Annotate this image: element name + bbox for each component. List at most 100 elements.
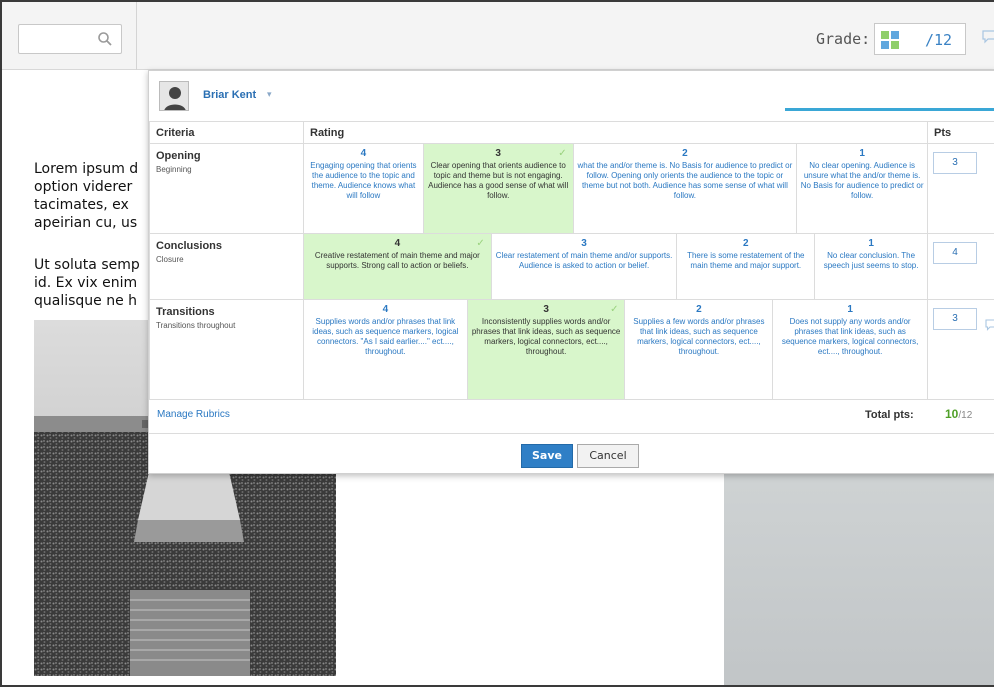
rating-header: Rating [303, 121, 928, 144]
rating-option[interactable]: 1 No clear opening. Audience is unsure w… [797, 144, 927, 233]
grade-field[interactable]: /12 [874, 23, 966, 55]
check-icon: ✓ [558, 148, 567, 159]
rating-option-selected[interactable]: ✓ 4 Creative restatement of main theme a… [304, 234, 492, 299]
rating-description: Inconsistently supplies words and/or phr… [471, 317, 621, 356]
criterion-subtitle: Closure [156, 255, 184, 264]
rating-points: 4 [382, 304, 389, 315]
rating-description: No clear opening. Audience is unsure wha… [800, 161, 924, 200]
rubric-grid-icon[interactable] [881, 31, 899, 49]
rating-points: 3 [495, 148, 501, 159]
paragraph-line: id. Ex vix enim [34, 275, 138, 291]
search-input[interactable] [18, 24, 122, 54]
rating-points: 4 [360, 148, 367, 159]
total-max: /12 [958, 410, 973, 421]
rating-points: 2 [696, 304, 702, 315]
check-icon: ✓ [610, 304, 619, 315]
paragraph-line: Lorem ipsum d [34, 161, 139, 177]
criterion-title: Transitions [156, 306, 215, 318]
ratings-group: ✓ 4 Creative restatement of main theme a… [304, 234, 927, 299]
rating-option[interactable]: 1 Does not supply any words and/or phras… [773, 300, 927, 399]
manage-rubrics-link[interactable]: Manage Rubrics [157, 409, 230, 420]
rating-option[interactable]: 3 Clear restatement of main theme and/or… [492, 234, 678, 299]
ratings-group: 4 Supplies words and/or phrases that lin… [304, 300, 927, 399]
pts-wrap: 3 [928, 308, 994, 331]
pts-header: Pts [927, 121, 994, 144]
rating-option-selected[interactable]: ✓ 3 Inconsistently supplies words and/or… [467, 300, 626, 399]
progress-indicator [785, 108, 994, 111]
comment-icon[interactable] [982, 30, 994, 44]
student-name-dropdown[interactable]: Briar Kent [203, 89, 256, 101]
paragraph-line: option viderer [34, 179, 133, 195]
criterion-title: Conclusions [156, 240, 223, 252]
rating-points: 2 [682, 148, 688, 159]
paragraph-line: tacimates, ex [34, 197, 129, 213]
top-toolbar: Grade: /12 [2, 2, 994, 70]
comment-icon[interactable] [985, 319, 994, 331]
total-score: 10 [945, 407, 959, 421]
ratings-group: 4 Engaging opening that orients the audi… [304, 144, 927, 233]
save-button[interactable]: Save [521, 444, 573, 468]
rating-description: Supplies words and/or phrases that link … [312, 317, 459, 356]
rating-description: what the and/or theme is. No Basis for a… [577, 161, 793, 200]
rubric-header-row: Criteria Rating Pts [149, 121, 994, 144]
ratings-cell: 4 Engaging opening that orients the audi… [303, 143, 928, 234]
total-points-label: Total pts: [865, 409, 914, 421]
avatar [159, 81, 189, 111]
rubric-row-opening: Opening Beginning 4 Engaging opening tha… [149, 143, 994, 234]
criteria-header: Criteria [149, 121, 304, 144]
rating-description: Supplies a few words and/or phrases that… [633, 317, 765, 356]
rating-option[interactable]: 2 what the and/or theme is. No Basis for… [574, 144, 798, 233]
user-silhouette-icon [164, 87, 186, 110]
rating-points: 1 [859, 148, 865, 159]
app-frame: Grade: /12 Lorem ipsum d option viderer … [0, 0, 994, 687]
rubric-table: Criteria Rating Pts Opening Beginning 4 … [149, 121, 994, 400]
pts-cell: 4 [927, 233, 994, 300]
student-selector: Briar Kent ▾ [149, 71, 994, 121]
check-icon: ✓ [476, 238, 485, 249]
points-input[interactable]: 3 [933, 152, 977, 174]
rating-option-selected[interactable]: ✓ 3 Clear opening that orients audience … [423, 144, 574, 233]
criterion-cell: Conclusions Closure [149, 233, 304, 300]
toolbar-divider [136, 2, 137, 70]
cancel-button[interactable]: Cancel [577, 444, 639, 468]
rating-points: 4 [394, 238, 401, 249]
rubric-row-conclusions: Conclusions Closure ✓ 4 Creative restate… [149, 233, 994, 300]
pts-cell: 3 [927, 299, 994, 400]
rating-points: 1 [847, 304, 853, 315]
rating-points: 2 [743, 238, 749, 249]
criterion-subtitle: Beginning [156, 165, 192, 174]
rubric-row-transitions: Transitions Transitions throughout 4 Sup… [149, 299, 994, 400]
total-points-value: 10/12 [945, 407, 972, 421]
paragraph-line: Ut soluta semp [34, 257, 140, 273]
criterion-subtitle: Transitions throughout [156, 321, 236, 330]
criterion-cell: Transitions Transitions throughout [149, 299, 304, 400]
button-bar: Save Cancel [149, 433, 994, 473]
points-input[interactable]: 4 [933, 242, 977, 264]
rubric-popup: Briar Kent ▾ Criteria Rating Pts Opening… [148, 70, 994, 474]
rating-points: 1 [868, 238, 874, 249]
rating-option[interactable]: 4 Engaging opening that orients the audi… [304, 144, 424, 233]
ratings-cell: 4 Supplies words and/or phrases that lin… [303, 299, 928, 400]
chevron-down-icon[interactable]: ▾ [267, 89, 272, 100]
grade-max: /12 [925, 31, 953, 49]
paragraph-line: qualisque ne h [34, 293, 138, 309]
rating-description: Clear restatement of main theme and/or s… [495, 251, 673, 270]
rating-option[interactable]: 2 There is some restatement of the main … [677, 234, 816, 299]
rating-points: 3 [543, 304, 549, 315]
rating-option[interactable]: 2 Supplies a few words and/or phrases th… [625, 300, 774, 399]
points-input[interactable]: 3 [933, 308, 977, 330]
criterion-title: Opening [156, 150, 201, 162]
criterion-cell: Opening Beginning [149, 143, 304, 234]
paragraph-line: apeirian cu, us [34, 215, 138, 231]
rating-description: Engaging opening that orients the audien… [310, 161, 417, 200]
rating-description: No clear conclusion. The speech just see… [823, 251, 919, 270]
rating-description: Creative restatement of main theme and m… [314, 251, 480, 270]
grade-label: Grade: [816, 30, 871, 48]
rating-option[interactable]: 1 No clear conclusion. The speech just s… [815, 234, 927, 299]
rating-description: Clear opening that orients audience to t… [428, 161, 569, 200]
side-panel [724, 466, 994, 685]
rating-points: 3 [581, 238, 587, 249]
search-icon[interactable] [97, 31, 113, 47]
rating-option[interactable]: 4 Supplies words and/or phrases that lin… [304, 300, 468, 399]
ratings-cell: ✓ 4 Creative restatement of main theme a… [303, 233, 928, 300]
